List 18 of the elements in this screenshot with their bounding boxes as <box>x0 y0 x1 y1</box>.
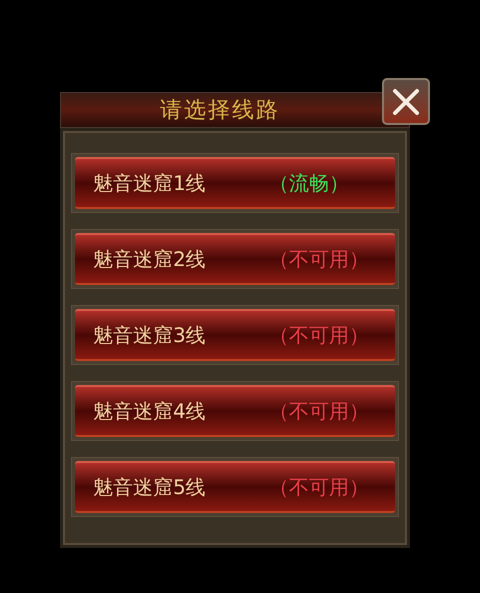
close-button[interactable] <box>382 78 430 125</box>
line-option[interactable]: 魅音迷窟5线 （不可用） <box>75 461 395 513</box>
line-name: 魅音迷窟3线 <box>93 322 207 349</box>
line-status: （流畅） <box>269 170 349 197</box>
line-name: 魅音迷窟2线 <box>93 246 207 273</box>
line-name: 魅音迷窟1线 <box>93 170 207 197</box>
line-option[interactable]: 魅音迷窟3线 （不可用） <box>75 309 395 361</box>
line-name: 魅音迷窟4线 <box>93 398 207 425</box>
close-icon <box>391 86 421 116</box>
line-option[interactable]: 魅音迷窟2线 （不可用） <box>75 233 395 285</box>
line-name: 魅音迷窟5线 <box>93 474 207 501</box>
line-option[interactable]: 魅音迷窟1线 （流畅） <box>75 157 395 209</box>
line-status: （不可用） <box>269 474 369 501</box>
line-option[interactable]: 魅音迷窟4线 （不可用） <box>75 385 395 437</box>
line-status: （不可用） <box>269 246 369 273</box>
line-status: （不可用） <box>269 322 369 349</box>
dialog-title: 请选择线路 <box>160 96 280 124</box>
line-status: （不可用） <box>269 398 369 425</box>
